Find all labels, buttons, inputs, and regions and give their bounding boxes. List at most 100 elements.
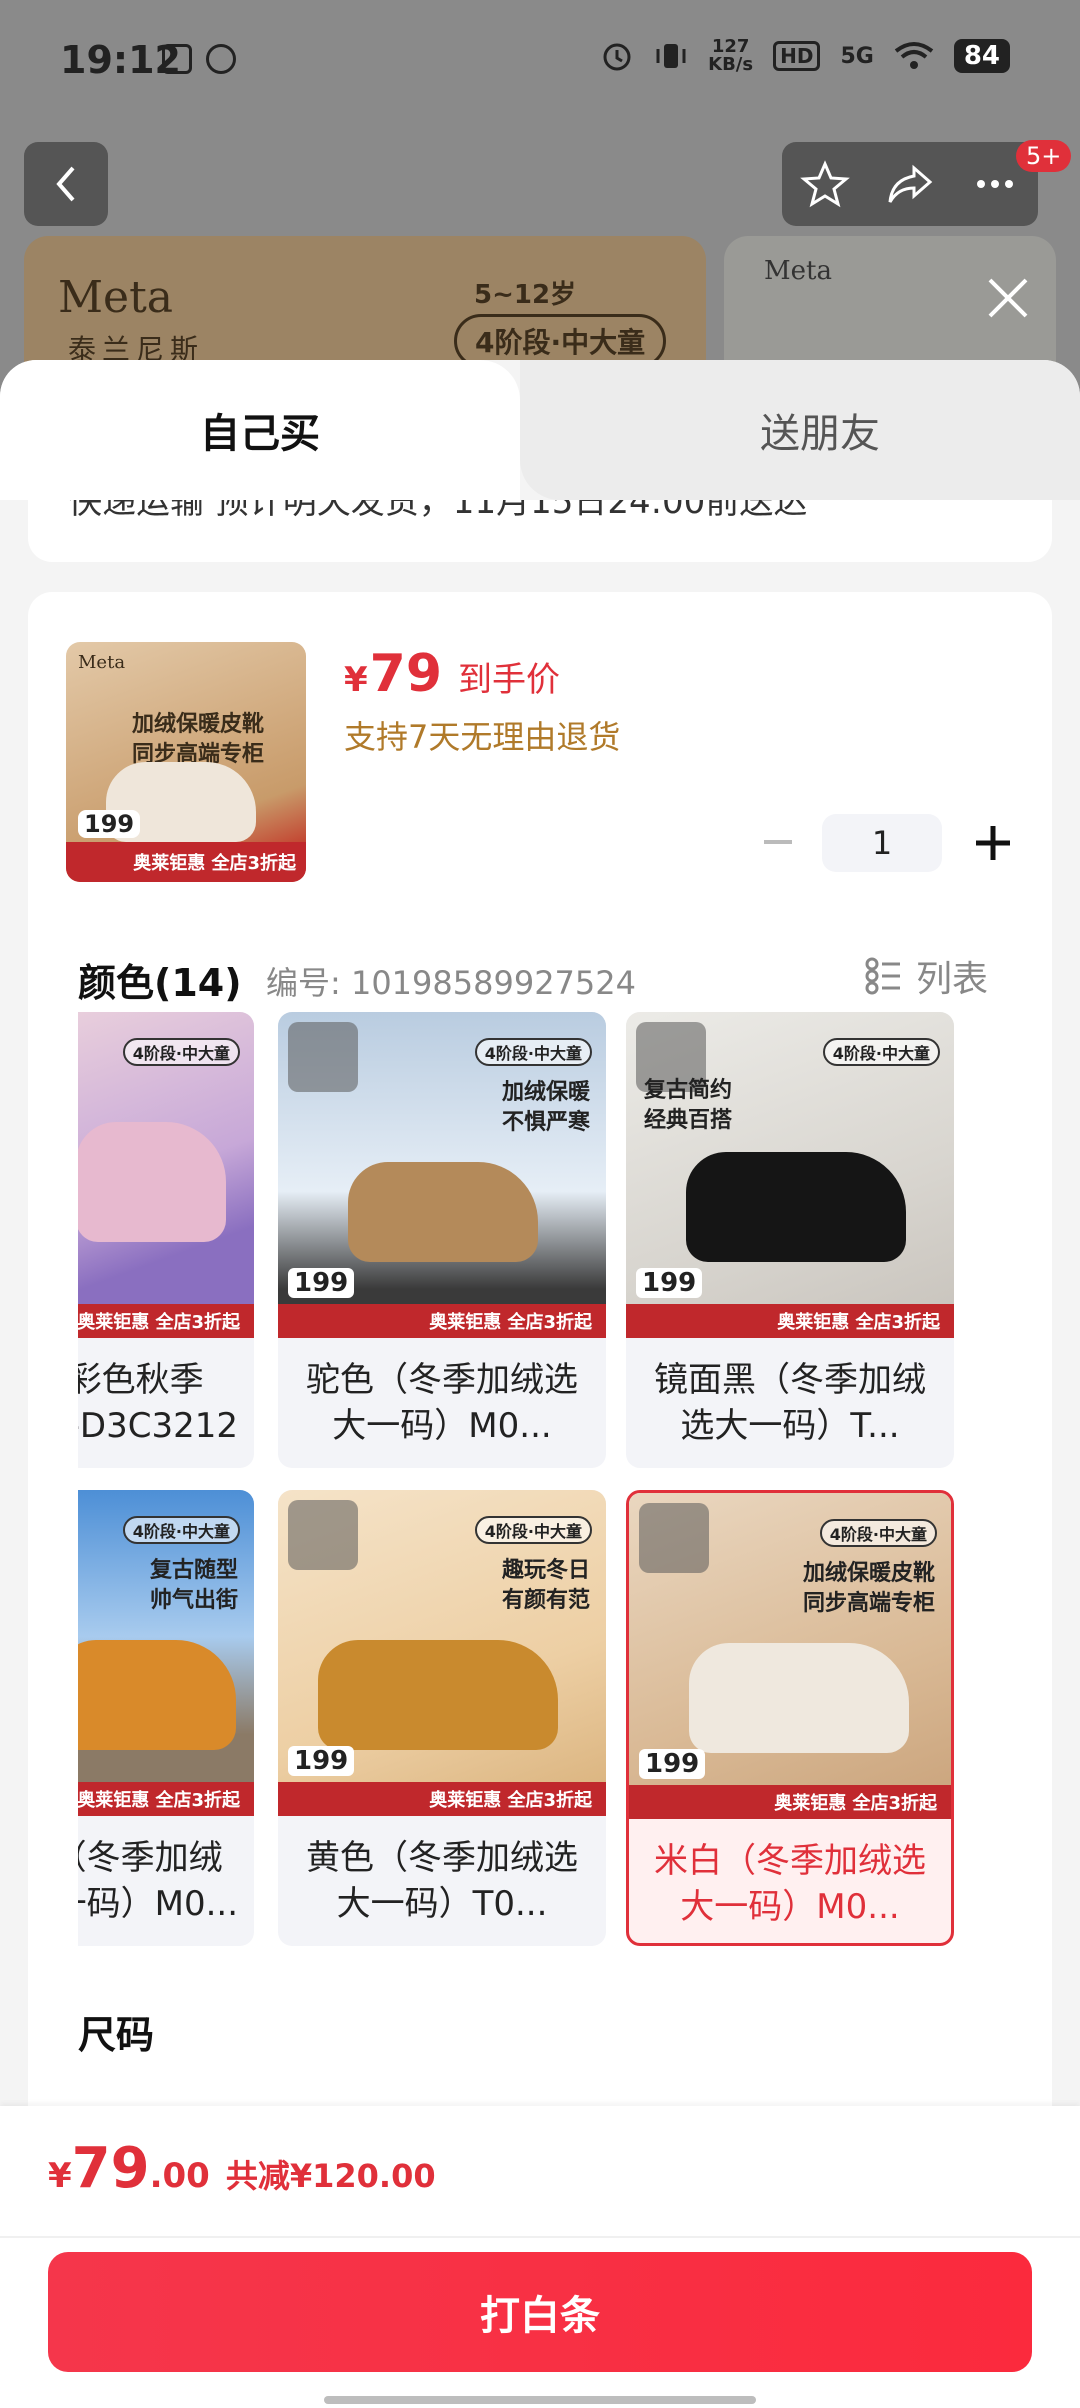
variant-card[interactable]: 4阶段·中大童 199 奥莱钜惠 全店3折起 彩色秋季 -D3C3212 xyxy=(78,1012,254,1468)
thumb-promo-strip: 奥莱钜惠 全店3折起 xyxy=(66,842,306,882)
variant-headline: 加绒保暖皮靴 同步高端专柜 xyxy=(802,1561,935,1616)
brand-logo: Meta xyxy=(58,272,174,323)
net-speed: 127 KB/s xyxy=(708,38,753,74)
variant-tag xyxy=(288,1500,358,1570)
wifi-icon xyxy=(894,42,934,69)
shoe-image xyxy=(78,1640,236,1750)
signal-text: 5G xyxy=(840,43,874,69)
variant-label: 黄色（冬季加绒选 大一码）T0... xyxy=(306,1838,578,1924)
variant-headline: 复古简约 经典百搭 xyxy=(644,1078,733,1133)
variant-card[interactable]: 4阶段·中大童 加绒保暖 不惧严寒 199 奥莱钜惠 全店3折起 驼色（冬季加绒… xyxy=(278,1012,606,1468)
variant-stage: 4阶段·中大童 xyxy=(474,1516,592,1544)
list-view-label: 列表 xyxy=(916,959,989,1000)
home-indicator[interactable] xyxy=(324,2396,756,2404)
top-actions xyxy=(782,142,1038,226)
variant-card[interactable]: 4阶段·中大童 复古随型 帅气出街 199 奥莱钜惠 全店3折起 （冬季加绒 一… xyxy=(78,1490,254,1946)
alarm-icon xyxy=(603,43,631,71)
variant-label: 米白（冬季加绒选 大一码）M0... xyxy=(654,1841,926,1927)
final-price: ¥ 79 到手价 xyxy=(344,644,560,704)
shoe-image xyxy=(348,1162,538,1262)
variant-card[interactable]: 4阶段·中大童 趣玩冬日 有颜有范 199 奥莱钜惠 全店3折起 黄色（冬季加绒… xyxy=(278,1490,606,1946)
tab-buy-self-label: 自己买 xyxy=(200,411,320,457)
shoe-image xyxy=(689,1643,909,1753)
price-value: 79 xyxy=(369,644,443,704)
tab-gift-friend[interactable]: 送朋友 xyxy=(540,360,1080,500)
net-speed-text: 127 KB/s xyxy=(708,36,754,75)
thumb-price: 199 xyxy=(78,810,141,838)
minus-icon xyxy=(764,840,792,844)
purchase-sheet: 送朋友 自己买 快递运输 预计明天发货，11月15日24:00前送达 Meta … xyxy=(0,360,1080,2408)
return-policy: 支持7天无理由退货 xyxy=(344,718,621,756)
variant-card-selected[interactable]: 4阶段·中大童 加绒保暖皮靴 同步高端专柜 199 奥莱钜惠 全店3折起 米白（… xyxy=(626,1490,954,1946)
variant-promo-strip: 奥莱钜惠 全店3折起 xyxy=(629,1785,951,1819)
variant-image: 4阶段·中大童 加绒保暖 不惧严寒 199 奥莱钜惠 全店3折起 xyxy=(278,1012,606,1338)
tab-buy-self[interactable]: 自己买 xyxy=(0,360,520,500)
shoe-image xyxy=(686,1152,906,1262)
variant-stage: 4阶段·中大童 xyxy=(822,1038,940,1066)
quantity-input[interactable]: 1 xyxy=(822,814,942,872)
thumb-brand: Meta xyxy=(78,652,126,673)
variant-image: 4阶段·中大童 复古简约 经典百搭 199 奥莱钜惠 全店3折起 xyxy=(626,1012,954,1338)
variant-stage: 4阶段·中大童 xyxy=(122,1516,240,1544)
quantity-decrease-button[interactable] xyxy=(758,822,798,862)
variant-image: 4阶段·中大童 199 奥莱钜惠 全店3折起 xyxy=(78,1012,254,1338)
variant-price: 199 xyxy=(639,1749,706,1779)
price-label: 到手价 xyxy=(458,660,561,700)
back-button[interactable] xyxy=(24,142,108,226)
variant-promo-strip: 奥莱钜惠 全店3折起 xyxy=(626,1304,954,1338)
delivery-note-text: 快递运输 预计明天发货，11月15日24:00前送达 xyxy=(68,500,808,522)
variant-headline: 加绒保暖 不惧严寒 xyxy=(501,1080,590,1135)
divider xyxy=(0,2236,1080,2238)
status-bar: 19:12 127 KB/s HD 5G 84 xyxy=(0,0,1080,120)
chevron-left-icon xyxy=(56,166,75,202)
variant-promo-strip: 奥莱钜惠 全店3折起 xyxy=(278,1304,606,1338)
delivery-note: 快递运输 预计明天发货，11月15日24:00前送达 xyxy=(28,500,1052,562)
product-thumbnail[interactable]: Meta 加绒保暖皮靴 同步高端专柜 199 奥莱钜惠 全店3折起 xyxy=(66,642,306,882)
variant-stage: 4阶段·中大童 xyxy=(474,1038,592,1066)
variant-tag xyxy=(288,1022,358,1092)
variant-price: 199 xyxy=(288,1746,355,1776)
variant-price: 199 xyxy=(636,1268,703,1298)
variant-label: 驼色（冬季加绒选 大一码）M0... xyxy=(306,1360,578,1446)
color-variant-grid: 4阶段·中大童 199 奥莱钜惠 全店3折起 彩色秋季 -D3C3212 4阶段… xyxy=(78,1012,1038,1972)
tab-gift-friend-label: 送朋友 xyxy=(760,411,880,457)
variant-tag xyxy=(639,1503,709,1573)
variant-label: 彩色秋季 -D3C3212 xyxy=(78,1360,238,1446)
color-section-title: 颜色(14) xyxy=(78,961,242,1005)
status-right: 127 KB/s HD 5G 84 xyxy=(600,38,1010,74)
list-icon xyxy=(865,957,900,995)
baitiao-pay-button[interactable]: 打白条 xyxy=(48,2252,1032,2372)
gallery-icon xyxy=(162,44,192,74)
variant-stage: 4阶段·中大童 xyxy=(122,1038,240,1066)
size-section-title: 尺码 xyxy=(78,2013,155,2057)
battery-indicator: 84 xyxy=(953,39,1010,73)
notification-badge: 5+ xyxy=(1016,140,1072,172)
more-icon[interactable] xyxy=(969,158,1021,210)
list-view-toggle[interactable]: 列表 xyxy=(864,950,988,1002)
variant-stage: 4阶段·中大童 xyxy=(819,1519,937,1547)
brand-logo-secondary: Meta xyxy=(764,256,832,286)
checkout-bar: ¥ 79 .00 共减¥120.00 打白条 xyxy=(0,2106,1080,2408)
vibrate-icon xyxy=(656,44,686,68)
variant-label: （冬季加绒 一码）M0... xyxy=(78,1838,238,1924)
thumb-headline-1: 加绒保暖皮靴 xyxy=(132,712,265,737)
variant-promo-strip: 奥莱钜惠 全店3折起 xyxy=(278,1782,606,1816)
variant-image: 4阶段·中大童 加绒保暖皮靴 同步高端专柜 199 奥莱钜惠 全店3折起 xyxy=(629,1493,951,1819)
share-icon[interactable] xyxy=(884,158,936,210)
variant-image: 4阶段·中大童 复古随型 帅气出街 199 奥莱钜惠 全店3折起 xyxy=(78,1490,254,1816)
total-decimal: .00 xyxy=(149,2156,210,2196)
close-icon[interactable] xyxy=(982,272,1034,324)
variant-promo-strip: 奥莱钜惠 全店3折起 xyxy=(78,1304,254,1338)
variant-label: 镜面黑（冬季加绒 选大一码）T... xyxy=(654,1360,926,1446)
variant-price: 199 xyxy=(288,1268,355,1298)
variant-card[interactable]: 4阶段·中大童 复古简约 经典百搭 199 奥莱钜惠 全店3折起 镜面黑（冬季加… xyxy=(626,1012,954,1468)
total-currency: ¥ xyxy=(48,2156,72,2196)
variant-headline: 复古随型 帅气出街 xyxy=(149,1558,238,1613)
favorite-star-icon[interactable] xyxy=(799,158,851,210)
price-currency: ¥ xyxy=(344,660,368,700)
total-discount: 共减¥120.00 xyxy=(225,2157,436,2195)
quantity-increase-button[interactable] xyxy=(968,818,1018,868)
banner-age: 5~12岁 xyxy=(474,280,577,310)
total-integer: 79 xyxy=(71,2136,150,2201)
shoe-image xyxy=(78,1122,226,1242)
